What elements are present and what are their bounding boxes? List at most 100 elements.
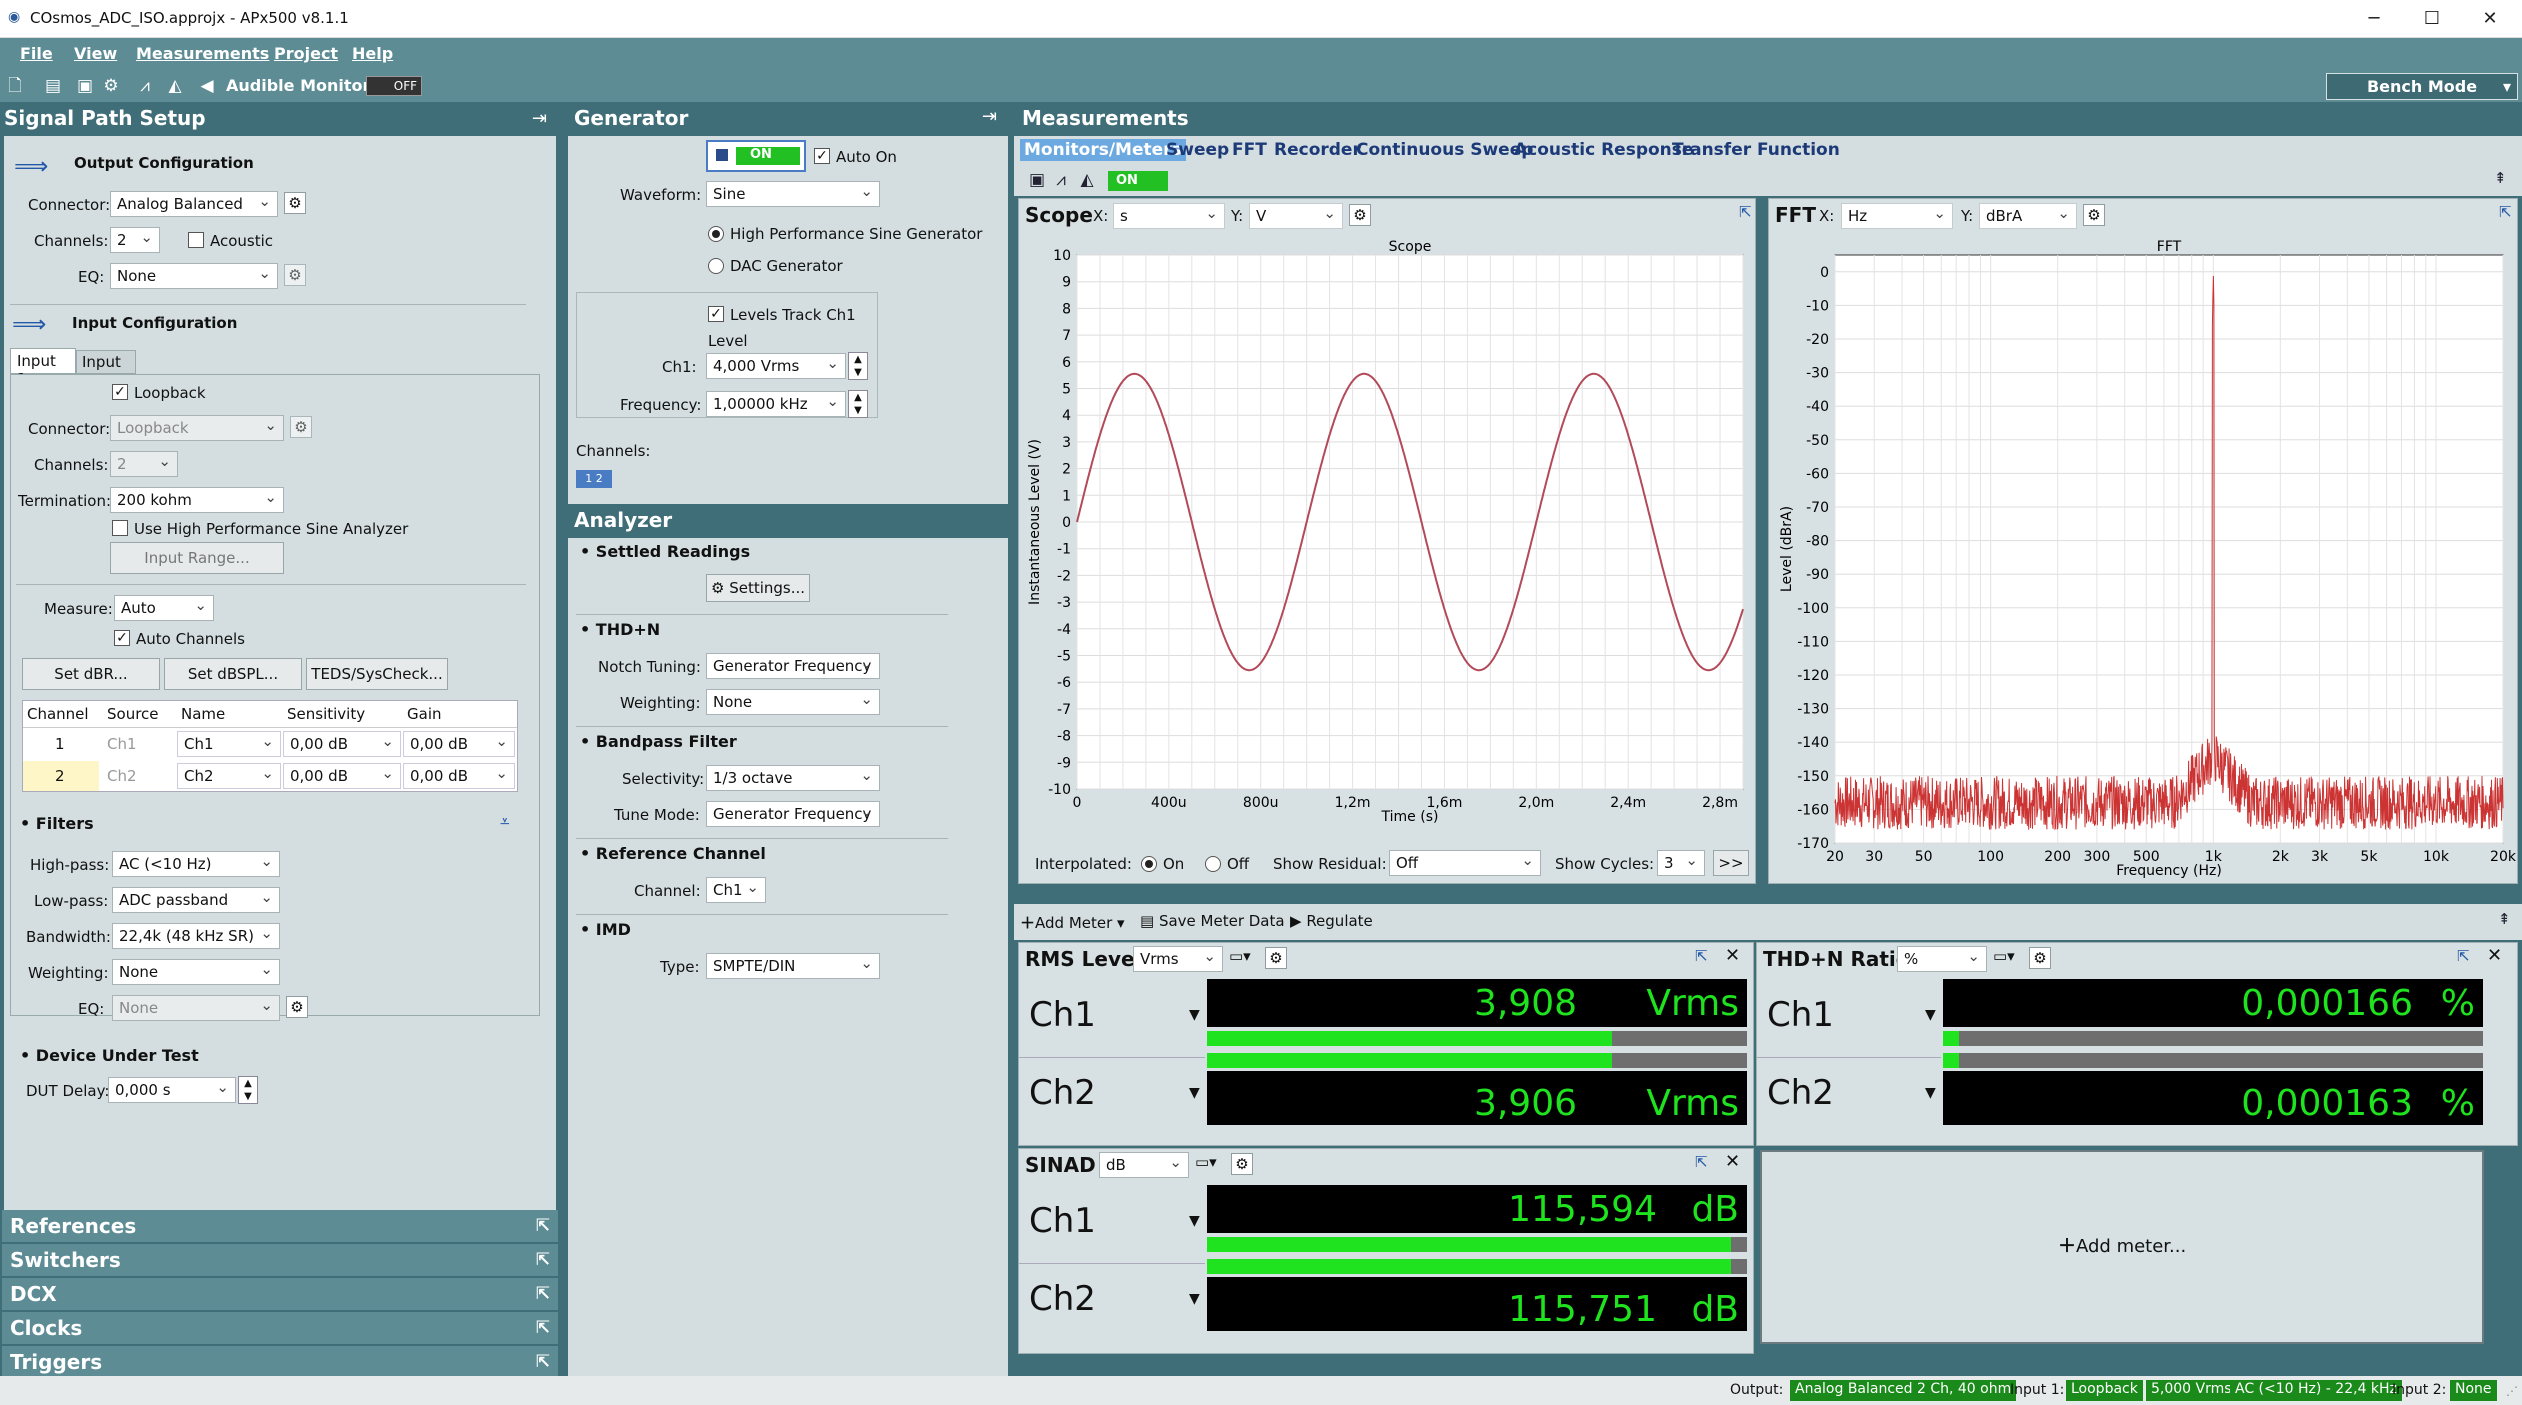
sidebar-item-references[interactable]: References ⇱ <box>2 1210 558 1242</box>
open-folder-icon[interactable]: ▤ <box>42 75 64 97</box>
row-gain-select[interactable]: 0,00 dB <box>403 731 515 757</box>
settings-button[interactable]: ⚙ Settings... <box>706 574 810 602</box>
scope-x-unit-select[interactable]: s <box>1113 203 1225 229</box>
an-weighting-select[interactable]: None <box>706 689 880 715</box>
pin-icon[interactable]: ⇥ <box>982 106 997 127</box>
show-cycles-input[interactable]: 3 <box>1657 850 1705 876</box>
notch-tuning-select[interactable]: Generator Frequency <box>706 653 880 679</box>
thdn-unit-select[interactable]: % <box>1897 946 1987 972</box>
meter-options-icon[interactable]: ▭▾ <box>1993 947 2015 965</box>
meter-options-icon[interactable]: ▭▾ <box>1195 1153 1217 1171</box>
frequency-stepper[interactable]: ▲ ▼ <box>848 390 868 418</box>
termination-select[interactable]: 200 kohm <box>110 487 284 513</box>
status-input1-connector[interactable]: Loopback <box>2066 1380 2143 1401</box>
menu-help[interactable]: Help <box>352 44 393 63</box>
audible-monitor-toggle[interactable]: OFF <box>366 76 422 96</box>
input-range-button[interactable]: Input Range... <box>110 542 284 574</box>
add-meter-area[interactable]: ＋Add meter... <box>1760 1150 2484 1344</box>
tab-continuous-sweep[interactable]: Continuous Sweep <box>1356 140 1533 160</box>
output-connector-select[interactable]: Analog Balanced <box>110 191 278 217</box>
rms-settings-icon[interactable]: ⚙ <box>1265 947 1287 969</box>
add-meter-button[interactable]: ＋Add Meter ▾ <box>1020 912 1125 933</box>
tune-mode-select[interactable]: Generator Frequency <box>706 801 880 827</box>
weighting-select[interactable]: None <box>112 959 280 985</box>
table-row[interactable]: 2 Ch2 Ch2 0,00 dB 0,00 dB <box>23 761 517 791</box>
external-link-icon[interactable]: ⇱ <box>2499 203 2512 221</box>
resize-grip-icon[interactable]: ⋰ <box>2506 1384 2518 1398</box>
meter-options-icon[interactable]: ▭▾ <box>1229 947 1251 965</box>
output-channels-spinner[interactable]: 2 <box>110 227 160 253</box>
menu-project[interactable]: Project <box>274 44 338 63</box>
dut-delay-spinner[interactable]: 0,000 s <box>108 1077 236 1103</box>
input-connector-select[interactable]: Loopback <box>110 415 284 441</box>
tab-input-1[interactable]: Input 1 <box>10 348 76 388</box>
scope-y-unit-select[interactable]: V <box>1249 203 1343 229</box>
regulate-button[interactable]: ▶ Regulate <box>1290 912 1373 930</box>
chevron-down-icon[interactable]: ▼ <box>1925 1085 1936 1101</box>
hp-sine-analyzer-checkbox[interactable] <box>112 520 128 536</box>
loopback-checkbox[interactable]: ✓ <box>112 384 128 400</box>
next-cycles-button[interactable]: >> <box>1713 850 1749 876</box>
chart-icon[interactable]: ◭ <box>1076 169 1098 191</box>
pin-icon[interactable]: ⇥ <box>532 108 547 129</box>
filter-icon[interactable]: ⩡ <box>500 812 510 832</box>
speaker-icon[interactable]: ◀ <box>196 75 218 97</box>
dac-generator-radio[interactable] <box>708 258 724 274</box>
chart-icon[interactable]: ◭ <box>164 75 186 97</box>
fft-chart[interactable]: 0 -10 -20 -30 -40 -50 -60 -70 -80 -90 -100 -110 -120… <box>1769 237 2517 883</box>
row-gain-select[interactable]: 0,00 dB <box>403 763 515 789</box>
minimize-button[interactable]: ─ <box>2345 0 2403 38</box>
bench-mode-select[interactable]: Bench Mode ▾ <box>2326 73 2518 100</box>
fft-x-unit-select[interactable]: Hz <box>1841 203 1953 229</box>
close-icon[interactable]: ✕ <box>1725 945 1740 966</box>
acoustic-checkbox[interactable] <box>188 232 204 248</box>
waveform-select[interactable]: Sine <box>706 181 880 207</box>
external-link-icon[interactable]: ⇱ <box>1695 1153 1708 1171</box>
close-icon[interactable]: ✕ <box>2487 945 2502 966</box>
interpolated-off-radio[interactable] <box>1205 856 1221 872</box>
chevron-down-icon[interactable]: ▼ <box>1925 1007 1936 1023</box>
ref-channel-select[interactable]: Ch1 <box>706 877 766 903</box>
tab-transfer-function[interactable]: Transfer Function <box>1672 140 1840 160</box>
lowpass-select[interactable]: ADC passband <box>112 887 280 913</box>
save-meter-data-button[interactable]: ▤ Save Meter Data <box>1140 912 1285 930</box>
external-link-icon[interactable]: ⇱ <box>2457 947 2470 965</box>
filter-eq-select[interactable]: None <box>112 995 280 1021</box>
save-icon[interactable]: ▣ <box>74 75 96 97</box>
menu-view[interactable]: View <box>74 44 117 63</box>
chevron-down-icon[interactable]: ▼ <box>1189 1291 1200 1307</box>
row-name-field[interactable]: Ch2 <box>177 763 281 789</box>
measure-select[interactable]: Auto <box>114 595 214 621</box>
connector-settings-icon[interactable]: ⚙ <box>284 192 306 214</box>
monitor-icon[interactable]: ▣ <box>1026 169 1048 191</box>
menu-measurements[interactable]: Measurements <box>136 44 269 63</box>
fft-y-unit-select[interactable]: dBrA <box>1979 203 2077 229</box>
frequency-input[interactable]: 1,00000 kHz <box>706 391 846 417</box>
add-meter-link[interactable]: ＋Add meter... <box>2058 1232 2186 1258</box>
monitor-on-toggle[interactable]: ON <box>1108 171 1168 191</box>
external-link-icon[interactable]: ⇱ <box>1695 947 1708 965</box>
status-input1-filter[interactable]: AC (<10 Hz) - 22,4 kHz <box>2230 1380 2402 1401</box>
eq-settings-icon[interactable]: ⚙ <box>284 264 306 286</box>
bandwidth-select[interactable]: 22,4k (48 kHz SR) <box>112 923 280 949</box>
tab-sweep[interactable]: Sweep <box>1166 140 1229 160</box>
interpolated-on-radio[interactable] <box>1141 856 1157 872</box>
sidebar-item-dcx[interactable]: DCX ⇱ <box>2 1278 558 1310</box>
rms-unit-select[interactable]: Vrms <box>1133 946 1223 972</box>
row-name-field[interactable]: Ch1 <box>177 731 281 757</box>
table-row[interactable]: 1 Ch1 Ch1 0,00 dB 0,00 dB <box>23 729 517 759</box>
fft-settings-icon[interactable]: ⚙ <box>2083 204 2105 226</box>
input-channels-spinner[interactable]: 2 <box>110 451 178 477</box>
set-dbr-button[interactable]: Set dBR... <box>22 658 160 690</box>
sidebar-item-switchers[interactable]: Switchers ⇱ <box>2 1244 558 1276</box>
row-sensitivity-select[interactable]: 0,00 dB <box>283 731 401 757</box>
show-residual-select[interactable]: Off <box>1389 850 1541 876</box>
chevron-down-icon[interactable]: ▼ <box>1189 1213 1200 1229</box>
gen-ch1-level-input[interactable]: 4,000 Vrms <box>706 353 846 379</box>
gen-channel-buttons[interactable]: 1 2 <box>576 470 612 488</box>
maximize-button[interactable]: ☐ <box>2403 0 2461 38</box>
chevron-down-icon[interactable]: ▼ <box>1189 1007 1200 1023</box>
filter-eq-settings-icon[interactable]: ⚙ <box>286 996 308 1018</box>
waveform-icon[interactable]: ⩘ <box>134 75 156 97</box>
status-input2[interactable]: None <box>2450 1380 2497 1401</box>
